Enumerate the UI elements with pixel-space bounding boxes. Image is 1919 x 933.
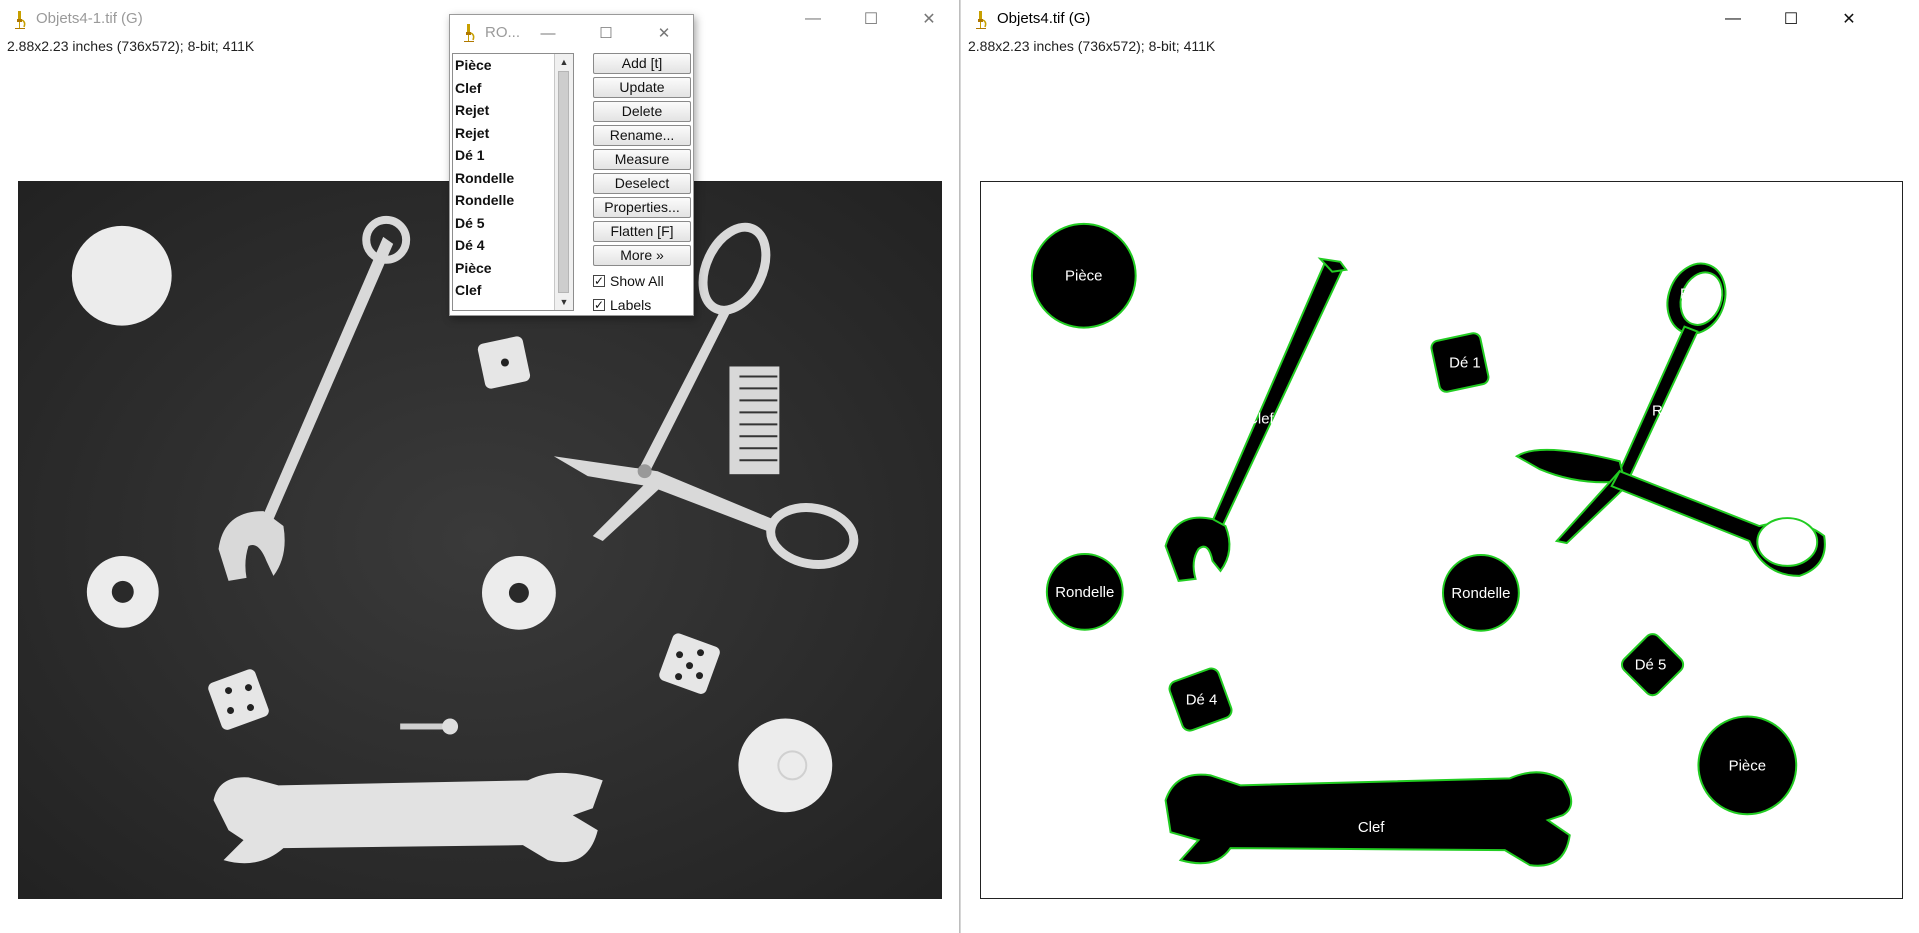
label-rejet-mid: Rejet [1652,402,1688,419]
label-rondelle-left: Rondelle [1055,584,1114,601]
maximize-button[interactable]: ☐ [842,0,900,38]
measure-button[interactable]: Measure [593,149,691,170]
scroll-up-arrow-icon[interactable]: ▲ [555,54,573,70]
show-all-checkbox-row[interactable]: ✓ Show All [593,269,691,293]
roi-title-bar[interactable]: RO... — ☐ ✕ [450,15,693,51]
delete-button[interactable]: Delete [593,101,691,122]
label-clef-long: Clef [1247,410,1274,427]
minimize-button[interactable]: — [519,15,577,51]
roi-button-column: Add [t] Update Delete Rename... Measure … [593,53,691,317]
labels-checkbox-row[interactable]: ✓ Labels [593,293,691,317]
label-clef-bottom: Clef [1358,819,1385,836]
flatten-button[interactable]: Flatten [F] [593,221,691,242]
image-info-text: 2.88x2.23 inches (736x572); 8-bit; 411K [968,38,1216,54]
roi-list[interactable]: Pièce Clef Rejet Rejet Dé 1 Rondelle Ron… [452,53,574,311]
imagej-microscope-icon [464,24,475,42]
show-all-checkbox[interactable]: ✓ [593,275,605,287]
label-de1: Dé 1 [1449,354,1481,371]
minimize-button[interactable]: — [1704,0,1762,38]
more-button[interactable]: More » [593,245,691,266]
right-image-window: Objets4.tif (G) — ☐ ✕ 2.88x2.23 inches (… [960,0,1919,933]
scroll-thumb[interactable] [558,71,569,293]
image-info-text: 2.88x2.23 inches (736x572); 8-bit; 411K [7,38,255,54]
labels-label: Labels [610,297,652,313]
imagej-microscope-icon [15,11,26,29]
right-window-title: Objets4.tif (G) [997,10,1091,27]
show-all-label: Show All [610,273,664,289]
labels-checkbox[interactable]: ✓ [593,299,605,311]
deselect-button[interactable]: Deselect [593,173,691,194]
label-de4: Dé 4 [1186,692,1218,709]
maximize-button[interactable]: ☐ [1762,0,1820,38]
add-button[interactable]: Add [t] [593,53,691,74]
update-button[interactable]: Update [593,77,691,98]
roi-list-scrollbar[interactable]: ▲ ▼ [554,54,573,310]
properties-button[interactable]: Properties... [593,197,691,218]
rename-button[interactable]: Rename... [593,125,691,146]
label-piece-bottom: Pièce [1729,757,1766,774]
roi-window-title: RO... [485,24,521,41]
imagej-microscope-icon [976,11,987,29]
scroll-down-arrow-icon[interactable]: ▼ [555,294,573,310]
roi-manager-window: RO... — ☐ ✕ Pièce Clef Rejet Rejet Dé 1 … [449,14,694,316]
label-de5: Dé 5 [1635,657,1667,674]
minimize-button[interactable]: — [784,0,842,38]
close-button[interactable]: ✕ [900,0,958,38]
label-rondelle-mid: Rondelle [1451,585,1510,602]
mask-image-canvas[interactable]: Pièce Clef Rejet Rejet Dé 1 Rondelle Ron… [980,181,1903,899]
close-button[interactable]: ✕ [635,15,693,51]
right-title-bar[interactable]: Objets4.tif (G) — ☐ ✕ [961,0,1919,38]
close-button[interactable]: ✕ [1820,0,1878,38]
left-window-title: Objets4-1.tif (G) [36,10,143,27]
maximize-button[interactable]: ☐ [577,15,635,51]
label-piece-top: Pièce [1065,268,1102,285]
label-rejet-top: Rejet [1680,286,1716,303]
binary-mask-image: Pièce Clef Rejet Rejet Dé 1 Rondelle Ron… [1030,222,1826,867]
